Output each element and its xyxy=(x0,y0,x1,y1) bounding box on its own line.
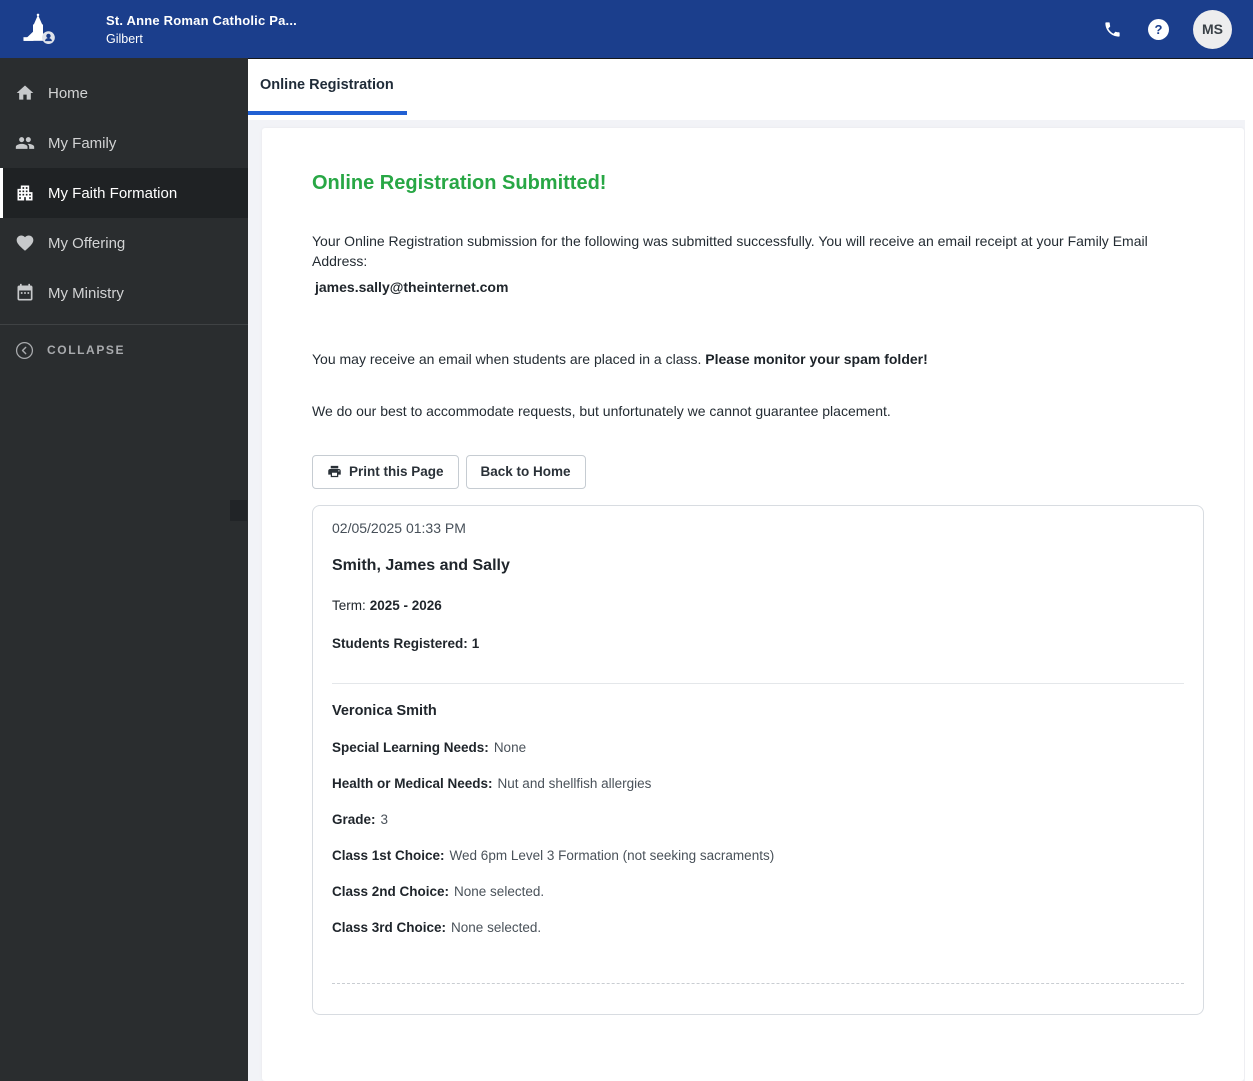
section-divider xyxy=(332,682,1184,684)
help-icon: ? xyxy=(1154,21,1163,37)
sidebar-item-my-faith-formation[interactable]: My Faith Formation xyxy=(0,168,248,218)
sidebar-item-home[interactable]: Home xyxy=(0,68,248,118)
chevron-left-circle-icon xyxy=(15,341,34,359)
printer-icon xyxy=(328,465,341,478)
avatar-initials: MS xyxy=(1202,21,1223,37)
app-layout: Home My Family My Faith Formation My Off… xyxy=(0,58,1253,1081)
students-registered-label: Students Registered: xyxy=(332,635,468,651)
family-icon xyxy=(15,133,35,153)
student-field-row: Class 2nd Choice: None selected. xyxy=(332,884,1184,899)
family-name: Smith, James and Sally xyxy=(332,556,510,574)
home-icon xyxy=(15,83,35,103)
church-logo-icon xyxy=(23,13,55,44)
tab-online-registration[interactable]: Online Registration xyxy=(248,59,407,115)
organization-location: Gilbert xyxy=(106,31,143,46)
action-buttons: Print this Page Back to Home xyxy=(312,454,1204,489)
field-label: Class 1st Choice: xyxy=(332,847,445,863)
placement-disclaimer: We do our best to accommodate requests, … xyxy=(312,402,891,419)
phone-icon xyxy=(1105,21,1120,37)
sidebar-scrollbar-thumb[interactable] xyxy=(230,500,247,521)
content-region: Online Registration Submitted! Your Onli… xyxy=(248,120,1253,1081)
submission-timestamp: 02/05/2025 01:33 PM xyxy=(332,519,466,536)
field-value: 3 xyxy=(380,811,389,827)
student-field-row: Class 3rd Choice: None selected. xyxy=(332,920,1184,935)
field-label: Grade: xyxy=(332,811,376,827)
sidebar-item-label: My Ministry xyxy=(48,284,124,302)
sidebar-item-my-family[interactable]: My Family xyxy=(0,118,248,168)
avatar[interactable]: MS xyxy=(1193,9,1232,49)
tab-bar: Online Registration xyxy=(248,59,1253,120)
family-email-value: james.sally@theinternet.com xyxy=(315,278,509,295)
print-page-button[interactable]: Print this Page xyxy=(312,454,459,489)
field-value: None xyxy=(493,739,527,755)
page-title: Online Registration Submitted! xyxy=(312,172,607,194)
sidebar-item-label: My Faith Formation xyxy=(48,184,178,202)
field-label: Class 2nd Choice: xyxy=(332,883,450,899)
student-field-row: Special Learning Needs: None xyxy=(332,740,1184,755)
field-value: None selected. xyxy=(451,919,542,935)
help-button[interactable]: ? xyxy=(1148,18,1169,40)
placement-note-plain: You may receive an email when students a… xyxy=(312,350,706,367)
term-row: Term: 2025 - 2026 xyxy=(332,598,1184,613)
student-name: Veronica Smith xyxy=(332,702,437,719)
main-area: Online Registration Online Registration … xyxy=(248,58,1253,1081)
print-page-label: Print this Page xyxy=(349,464,444,480)
field-label: Class 3rd Choice: xyxy=(332,919,447,935)
student-field-row: Grade: 3 xyxy=(332,812,1184,827)
phone-button[interactable] xyxy=(1103,20,1122,39)
placement-note: You may receive an email when students a… xyxy=(312,351,1204,367)
sidebar-item-my-ministry[interactable]: My Ministry xyxy=(0,268,248,318)
sidebar-collapse-button[interactable]: COLLAPSE xyxy=(0,325,248,375)
header-actions: ? MS xyxy=(1103,9,1253,49)
dashed-divider xyxy=(332,982,1184,984)
field-value: None selected. xyxy=(454,883,545,899)
field-value: Wed 6pm Level 3 Formation (not seeking s… xyxy=(449,847,775,863)
term-value: 2025 - 2026 xyxy=(369,597,442,613)
top-header-bar: St. Anne Roman Catholic Pa... Gilbert ? … xyxy=(0,0,1253,58)
back-to-home-button[interactable]: Back to Home xyxy=(465,454,586,489)
faith-formation-building-icon xyxy=(15,183,35,203)
student-field-row: Health or Medical Needs: Nut and shellfis… xyxy=(332,776,1184,791)
page-card: Online Registration Submitted! Your Onli… xyxy=(262,128,1244,1081)
organization-name: St. Anne Roman Catholic Pa... xyxy=(106,12,297,28)
spam-folder-warning: Please monitor your spam folder! xyxy=(705,350,928,367)
field-value: Nut and shellfish allergies xyxy=(497,775,652,791)
vertical-scrollbar[interactable] xyxy=(1245,59,1253,1081)
submission-intro-text: Your Online Registration submission for … xyxy=(312,233,1148,270)
sidebar-item-label: My Offering xyxy=(48,234,126,252)
heart-icon xyxy=(15,233,35,253)
term-label: Term: xyxy=(332,597,366,613)
registration-receipt-card: 02/05/2025 01:33 PM Smith, James and Sal… xyxy=(312,504,1204,1015)
collapse-label: COLLAPSE xyxy=(47,343,126,357)
back-to-home-label: Back to Home xyxy=(480,464,571,480)
sidebar-item-label: Home xyxy=(48,84,89,102)
sidebar-footer: COLLAPSE xyxy=(0,324,248,375)
students-registered-row: Students Registered: 1 xyxy=(332,636,1184,651)
sidebar: Home My Family My Faith Formation My Off… xyxy=(0,58,248,1081)
students-registered-value: 1 xyxy=(471,635,480,651)
calendar-icon xyxy=(15,283,35,303)
sidebar-item-label: My Family xyxy=(48,134,117,152)
tab-label: Online Registration xyxy=(260,77,394,93)
sidebar-item-my-offering[interactable]: My Offering xyxy=(0,218,248,268)
field-label: Special Learning Needs: xyxy=(332,739,489,755)
field-label: Health or Medical Needs: xyxy=(332,775,493,791)
organization-info: St. Anne Roman Catholic Pa... Gilbert xyxy=(106,13,297,46)
student-field-row: Class 1st Choice: Wed 6pm Level 3 Formati… xyxy=(332,848,1184,863)
